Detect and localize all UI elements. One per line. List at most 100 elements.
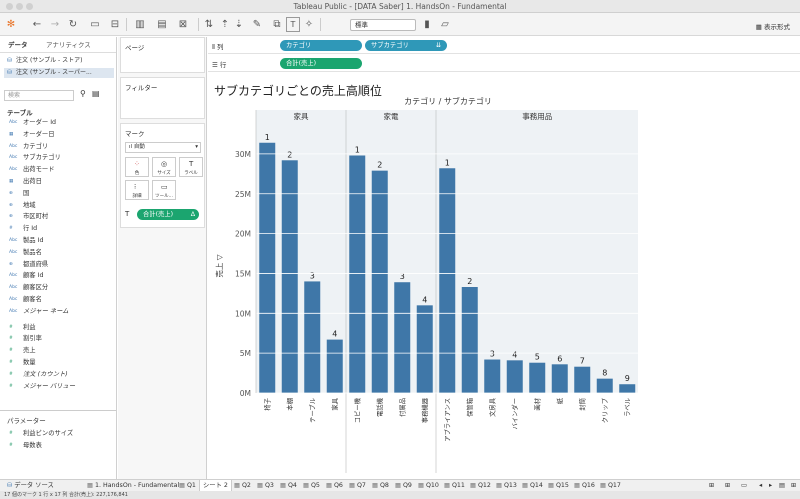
field-label: 割引率 xyxy=(23,335,42,343)
bar xyxy=(596,378,613,393)
filters-card[interactable]: フィルター xyxy=(120,77,205,119)
sheet-tab-label: Q11 xyxy=(451,482,465,489)
size-button[interactable]: ◎ サイズ xyxy=(152,157,176,177)
field-item[interactable]: ⊕ 都道府県 xyxy=(9,259,48,270)
database-icon: ⛁ xyxy=(7,57,13,64)
detail-button[interactable]: ⁝ 詳細 xyxy=(125,180,149,200)
mark-type-label: 自動 xyxy=(133,144,145,150)
field-type-icon: # xyxy=(9,360,13,365)
bar-chart[interactable]: カテゴリ / サブカテゴリ家具 1 椅子 2 本棚 3 テーブル 4 家具 家電 1 コピー機 2 電話機… xyxy=(208,96,800,479)
sheet-tab-label: Q9 xyxy=(402,482,412,489)
mark-type-select[interactable]: ıl 自動 ▾ xyxy=(125,142,201,153)
field-item[interactable]: ▦ 出荷日 xyxy=(9,176,42,187)
undo-icon[interactable]: ← xyxy=(30,17,44,32)
field-item[interactable]: Abc 顧客区分 xyxy=(9,282,48,293)
save-icon[interactable]: ▭ xyxy=(88,17,102,32)
field-item[interactable]: Abc カテゴリ xyxy=(9,141,48,152)
tab-data[interactable]: データ xyxy=(4,39,32,52)
pages-card[interactable]: ページ xyxy=(120,37,205,73)
field-label: 顧客区分 xyxy=(23,284,49,292)
sort-icon: ⇊ xyxy=(435,42,441,49)
redo-icon[interactable]: → xyxy=(48,17,62,32)
bar xyxy=(259,142,276,393)
field-item[interactable]: Abc オーダー Id xyxy=(9,117,56,128)
subcategory-pill[interactable]: サブカテゴリ ⇊ xyxy=(365,40,447,51)
field-item[interactable]: Abc 製品名 xyxy=(9,247,42,258)
field-item[interactable]: ⊕ 地域 xyxy=(9,200,36,211)
datasource-store[interactable]: ⛁ 注文 (サンプル - ストア) xyxy=(7,56,82,66)
close-window-button[interactable] xyxy=(6,3,13,10)
column-header: カテゴリ / サブカテゴリ xyxy=(404,96,492,106)
label-icon: T xyxy=(189,160,194,168)
field-label: 利益 xyxy=(23,323,36,331)
sort-desc-icon[interactable]: ⇣ xyxy=(232,17,246,32)
fit-select[interactable]: 標準 xyxy=(350,19,416,31)
presentation-icon[interactable]: ▱ xyxy=(438,17,452,32)
marks-sales-pill[interactable]: 合計(売上) Δ xyxy=(137,209,199,220)
tooltip-button[interactable]: ▭ ツール... xyxy=(152,180,176,200)
datasource-super[interactable]: ⛁ 注文 (サンプル - スーパー... xyxy=(4,68,114,78)
field-item[interactable]: Abc 顧客名 xyxy=(9,294,42,305)
field-item[interactable]: Abc 製品 Id xyxy=(9,235,43,246)
group-icon[interactable]: ⧉ xyxy=(270,17,284,32)
bar-rank-label: 1 xyxy=(445,158,450,167)
show-me-button[interactable]: ▦ 表示形式 xyxy=(756,21,790,31)
search-input[interactable]: 検索 xyxy=(4,90,74,101)
field-type-icon: Abc xyxy=(9,167,18,173)
sheet-icon: ▦ xyxy=(522,482,530,489)
zoom-window-button[interactable] xyxy=(26,3,33,10)
duplicate-sheet-icon[interactable]: ▤ xyxy=(152,17,172,32)
field-item[interactable]: Abc 顧客 Id xyxy=(9,270,43,281)
parameter-icon: # xyxy=(9,443,13,448)
swap-icon[interactable]: ⇅ xyxy=(202,17,216,32)
field-item[interactable]: # 割引率 xyxy=(9,333,42,344)
field-label: 売上 xyxy=(23,347,36,355)
field-label: 顧客 Id xyxy=(23,272,44,280)
detail-icon: ⁝ xyxy=(134,183,137,191)
sheet-icon: ▦ xyxy=(418,482,426,489)
pin-icon[interactable]: ✧ xyxy=(302,17,316,32)
field-item[interactable]: Abc メジャー ネーム xyxy=(9,306,69,317)
parameter-item[interactable]: # 利益ビンのサイズ xyxy=(9,428,73,439)
label-label: ラベル xyxy=(184,171,198,176)
sheet-icon: ▦ xyxy=(349,482,357,489)
parameter-item[interactable]: # 母数表 xyxy=(9,440,42,451)
field-item[interactable]: # 数量 xyxy=(9,357,36,368)
highlight-icon[interactable]: ✎ xyxy=(248,17,266,32)
new-datasource-icon[interactable]: ⊟ xyxy=(108,17,122,32)
sheet-tab-label: Q10 xyxy=(425,482,439,489)
field-label: 顧客名 xyxy=(23,296,42,303)
field-type-icon: Abc xyxy=(9,238,18,243)
field-type-icon: ▦ xyxy=(9,179,14,184)
x-tick-label: バインダー xyxy=(510,398,519,429)
minimize-window-button[interactable] xyxy=(16,3,23,10)
field-item[interactable]: # 行 Id xyxy=(9,223,37,234)
show-cards-icon[interactable]: ▮ xyxy=(420,17,434,32)
field-item[interactable]: ▦ オーダー日 xyxy=(9,129,54,140)
color-icon: ⁘ xyxy=(134,160,140,168)
field-item[interactable]: # 売上 xyxy=(9,345,36,356)
new-worksheet-icon[interactable]: ▥ xyxy=(130,17,150,32)
sheet-tab-label: Q3 xyxy=(264,482,274,489)
clear-sheet-icon[interactable]: ⊠ xyxy=(174,17,192,32)
rows-shelf[interactable]: ☰ 行 合計(売上) xyxy=(208,55,800,72)
field-item[interactable]: ⊕ 国 xyxy=(9,188,29,199)
field-item[interactable]: Abc 出荷モード xyxy=(9,164,54,175)
sort-asc-icon[interactable]: ⇡ xyxy=(218,17,232,32)
field-item[interactable]: # 利益 xyxy=(9,322,36,333)
tab-analytics[interactable]: アナリティクス xyxy=(42,39,95,52)
filter-icon[interactable]: ⚲ xyxy=(80,89,86,98)
label-button[interactable]: T ラベル xyxy=(179,157,203,177)
color-button[interactable]: ⁘ 色 xyxy=(125,157,149,177)
category-pill[interactable]: カテゴリ xyxy=(280,40,362,51)
field-item[interactable]: Abc サブカテゴリ xyxy=(9,152,61,163)
replay-icon[interactable]: ↻ xyxy=(66,17,80,32)
columns-shelf[interactable]: ⦀ 列 カテゴリ サブカテゴリ ⇊ xyxy=(208,37,800,54)
field-item[interactable]: # メジャー バリュー xyxy=(9,381,75,392)
sheet-icon: ▦ xyxy=(600,482,608,489)
view-toggle-icon[interactable]: ▤ xyxy=(92,89,100,98)
field-item[interactable]: ⊕ 市区町村 xyxy=(9,211,48,222)
field-item[interactable]: # 注文 (カウント) xyxy=(9,369,68,380)
sales-pill[interactable]: 合計(売上) xyxy=(280,58,362,69)
show-labels-icon[interactable]: T xyxy=(286,17,300,32)
